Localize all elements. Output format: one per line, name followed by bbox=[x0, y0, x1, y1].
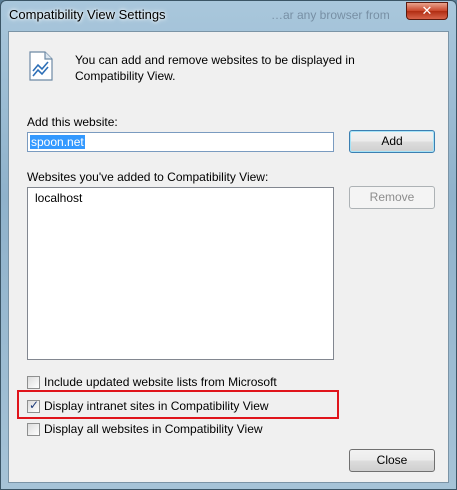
intro-text: You can add and remove websites to be di… bbox=[75, 53, 355, 83]
option-label: Display all websites in Compatibility Vi… bbox=[44, 422, 263, 436]
option-display-all-websites[interactable]: Display all websites in Compatibility Vi… bbox=[27, 421, 263, 437]
add-website-input[interactable]: spoon.net bbox=[27, 132, 334, 152]
option-label: Include updated website lists from Micro… bbox=[44, 375, 277, 389]
websites-listbox[interactable]: localhost bbox=[27, 187, 334, 360]
window-close-button[interactable]: ✕ bbox=[406, 2, 448, 20]
add-website-label: Add this website: bbox=[27, 115, 118, 129]
window-title: Compatibility View Settings bbox=[9, 7, 166, 22]
highlight-annotation bbox=[17, 390, 339, 419]
list-item[interactable]: localhost bbox=[35, 191, 326, 205]
checkbox[interactable] bbox=[27, 375, 40, 389]
background-window-text: …ar any browser from th… bbox=[271, 8, 391, 22]
websites-list-label: Websites you've added to Compatibility V… bbox=[27, 170, 269, 184]
dialog-content: You can add and remove websites to be di… bbox=[8, 31, 449, 483]
close-icon: ✕ bbox=[421, 3, 433, 18]
dialog-window: Compatibility View Settings …ar any brow… bbox=[0, 0, 457, 490]
title-bar[interactable]: Compatibility View Settings …ar any brow… bbox=[1, 1, 456, 31]
add-website-input-value: spoon.net bbox=[30, 135, 85, 149]
close-button[interactable]: Close bbox=[349, 449, 435, 472]
remove-button[interactable]: Remove bbox=[349, 186, 435, 209]
checkbox[interactable] bbox=[27, 422, 40, 436]
option-include-updated-lists[interactable]: Include updated website lists from Micro… bbox=[27, 374, 277, 390]
compatibility-page-icon bbox=[29, 51, 53, 81]
add-button[interactable]: Add bbox=[349, 130, 435, 153]
